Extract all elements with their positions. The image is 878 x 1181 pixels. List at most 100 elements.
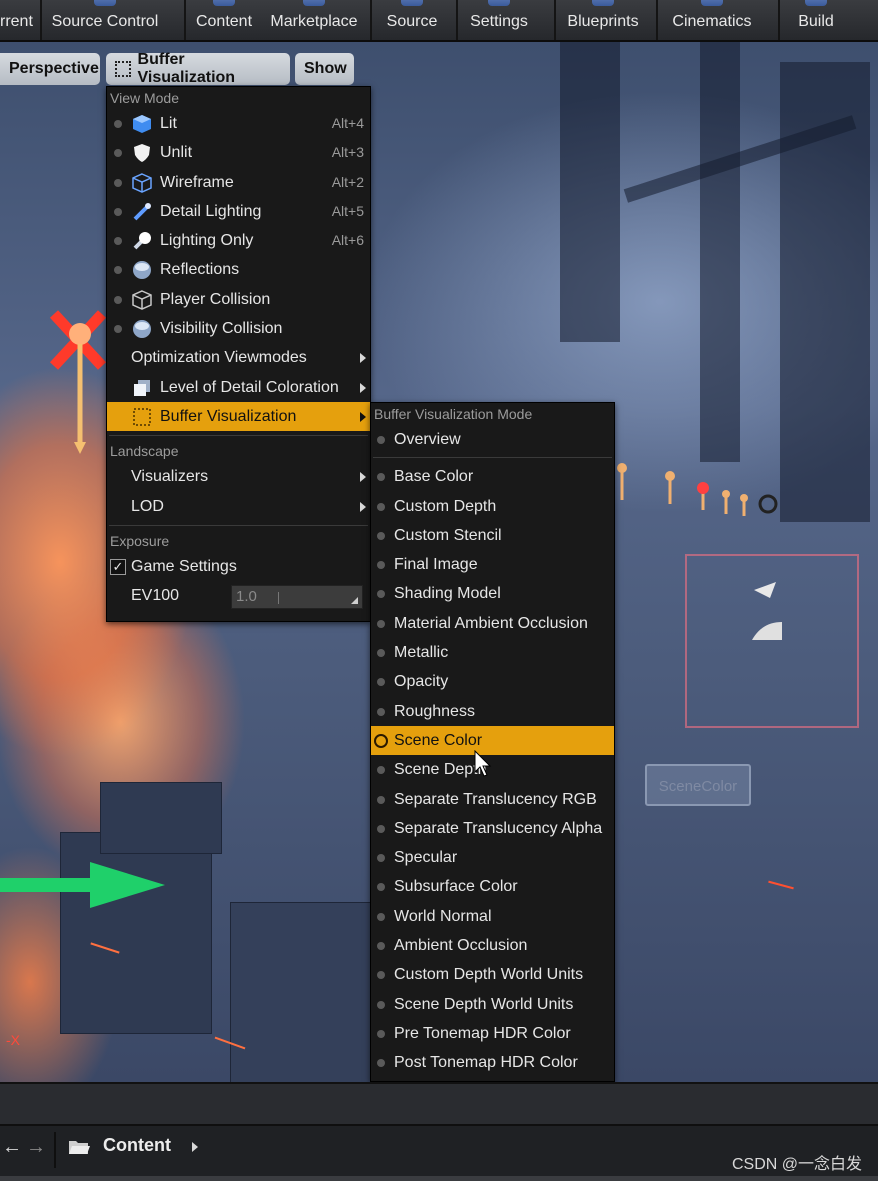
menu-item-custom-stencil[interactable]: Custom Stencil (371, 521, 614, 550)
forward-arrow-icon[interactable]: → (26, 1136, 46, 1159)
menu-item-opacity[interactable]: Opacity (371, 667, 614, 696)
menu-item-separate-translucency-alpha[interactable]: Separate Translucency Alpha (371, 814, 614, 843)
toolbar-marketplace-button[interactable]: Marketplace (262, 0, 366, 40)
radio-indicator (377, 619, 385, 628)
toolbar-divider (778, 0, 780, 40)
menu-item-subsurface-color[interactable]: Subsurface Color (371, 872, 614, 901)
toolbar-divider (656, 0, 658, 40)
toolbar-divider (456, 0, 458, 40)
menu-item-label: LOD (131, 497, 164, 515)
menu-item-player-collision[interactable]: Player Collision (107, 285, 370, 314)
scene-block (100, 782, 222, 854)
toolbar-label: Build (798, 13, 834, 30)
menu-item-visibility-collision[interactable]: Visibility Collision (107, 314, 370, 343)
menu-item-final-image[interactable]: Final Image (371, 550, 614, 579)
radio-indicator (377, 678, 385, 687)
menu-item-game-settings[interactable]: ✓ Game Settings (107, 552, 370, 581)
scene-block (230, 902, 372, 1082)
toolbar-label: Blueprints (567, 13, 639, 30)
player-collision-cube-icon (132, 289, 152, 310)
buffer-visualization-icon (115, 61, 131, 77)
menu-item-unlit[interactable]: Unlit Alt+3 (107, 138, 370, 167)
toolbar-source-button[interactable]: Source (374, 0, 450, 40)
menu-item-label: World Normal (394, 907, 492, 925)
menu-item-label: Player Collision (160, 290, 271, 308)
buffer-visualization-button[interactable]: Buffer Visualization (106, 51, 290, 86)
radio-indicator (114, 266, 122, 275)
mouse-cursor-icon (474, 750, 492, 777)
menu-item-label: Custom Stencil (394, 526, 502, 544)
toolbar-current-button[interactable]: rrent (0, 0, 36, 40)
menu-item-post-tonemap-hdr-color[interactable]: Post Tonemap HDR Color (371, 1048, 614, 1077)
build-icon (805, 0, 827, 6)
menu-item-label: Game Settings (131, 557, 237, 575)
toolbar-cinematics-button[interactable]: Cinematics (660, 0, 764, 40)
viewport-bottom-strip (0, 1082, 878, 1126)
menu-item-overview[interactable]: Overview (371, 425, 614, 454)
radio-indicator (377, 473, 385, 482)
menu-item-shortcut: Alt+3 (331, 144, 364, 161)
content-path-label[interactable]: Content (103, 1135, 171, 1156)
menu-item-label: Buffer Visualization (160, 407, 297, 425)
actor-icons (617, 463, 778, 516)
menu-item-reflections[interactable]: Reflections (107, 255, 370, 284)
menu-item-lod-coloration[interactable]: Level of Detail Coloration (107, 373, 370, 402)
menu-item-label: Opacity (394, 673, 449, 691)
path-chevron-icon[interactable] (192, 1142, 198, 1152)
menu-item-shortcut: Alt+5 (331, 202, 364, 219)
perspective-button[interactable]: Perspective (0, 53, 100, 85)
toolbar-settings-button[interactable]: Settings (460, 0, 538, 40)
scene-structure (560, 42, 620, 342)
menu-item-shading-model[interactable]: Shading Model (371, 579, 614, 608)
menu-item-pre-tonemap-hdr-color[interactable]: Pre Tonemap HDR Color (371, 1019, 614, 1048)
menu-item-scene-depth[interactable]: Scene Depth (371, 755, 614, 784)
menu-item-custom-depth[interactable]: Custom Depth (371, 492, 614, 521)
menu-item-metallic[interactable]: Metallic (371, 638, 614, 667)
toolbar-content-button[interactable]: Content (188, 0, 260, 40)
menu-item-scene-depth-world-units[interactable]: Scene Depth World Units (371, 990, 614, 1019)
folder-open-icon (69, 1141, 90, 1154)
show-button[interactable]: Show (295, 53, 354, 85)
menu-item-specular[interactable]: Specular (371, 843, 614, 872)
menu-item-scene-color[interactable]: Scene Color (371, 725, 614, 756)
menu-item-label: Custom Depth World Units (394, 966, 584, 984)
menu-item-separate-translucency-rgb[interactable]: Separate Translucency RGB (371, 785, 614, 814)
menu-item-label: Pre Tonemap HDR Color (394, 1024, 571, 1042)
toolbar-source-control-button[interactable]: Source Control (44, 0, 166, 40)
radio-indicator (377, 590, 385, 599)
menu-item-label: Visibility Collision (160, 320, 283, 338)
menu-item-world-normal[interactable]: World Normal (371, 902, 614, 931)
submenu-arrow-icon (360, 472, 366, 483)
toolbar-build-button[interactable]: Build (782, 0, 850, 40)
menu-item-label: Separate Translucency Alpha (394, 819, 603, 837)
menu-item-optimization-viewmodes[interactable]: Optimization Viewmodes (107, 343, 370, 372)
menu-item-label: Roughness (394, 702, 475, 720)
toolbar-divider (184, 0, 186, 40)
menu-divider (109, 435, 368, 437)
submenu-arrow-icon (360, 353, 366, 364)
game-settings-checkbox[interactable]: ✓ (110, 558, 126, 575)
back-arrow-icon[interactable]: ← (2, 1136, 22, 1159)
menu-item-label: Scene Depth World Units (394, 995, 574, 1013)
menu-item-label: Scene Depth (394, 761, 487, 779)
menu-item-custom-depth-world-units[interactable]: Custom Depth World Units (371, 960, 614, 989)
menu-item-ambient-occlusion[interactable]: Ambient Occlusion (371, 931, 614, 960)
menu-item-lighting-only[interactable]: Lighting Only Alt+6 (107, 226, 370, 255)
lit-cube-icon (133, 115, 151, 133)
menu-item-roughness[interactable]: Roughness (371, 697, 614, 726)
toolbar-divider (370, 0, 372, 40)
menu-item-lit[interactable]: Lit Alt+4 (107, 109, 370, 138)
menu-item-wireframe[interactable]: Wireframe Alt+2 (107, 168, 370, 197)
radio-selected-indicator (374, 733, 388, 748)
menu-item-material-ambient-occlusion[interactable]: Material Ambient Occlusion (371, 609, 614, 638)
menu-item-buffer-visualization[interactable]: Buffer Visualization (107, 401, 370, 432)
menu-item-visualizers[interactable]: Visualizers (107, 462, 370, 491)
ev100-slider-input[interactable]: 1.0 (231, 585, 363, 610)
toolbar-label: Settings (470, 13, 528, 30)
menu-item-label: Overview (394, 431, 461, 448)
menu-item-lod[interactable]: LOD (107, 492, 370, 521)
menu-item-base-color[interactable]: Base Color (371, 462, 614, 491)
menu-item-detail-lighting[interactable]: Detail Lighting Alt+5 (107, 197, 370, 226)
toolbar-blueprints-button[interactable]: Blueprints (558, 0, 648, 40)
source-control-icon (94, 0, 116, 6)
